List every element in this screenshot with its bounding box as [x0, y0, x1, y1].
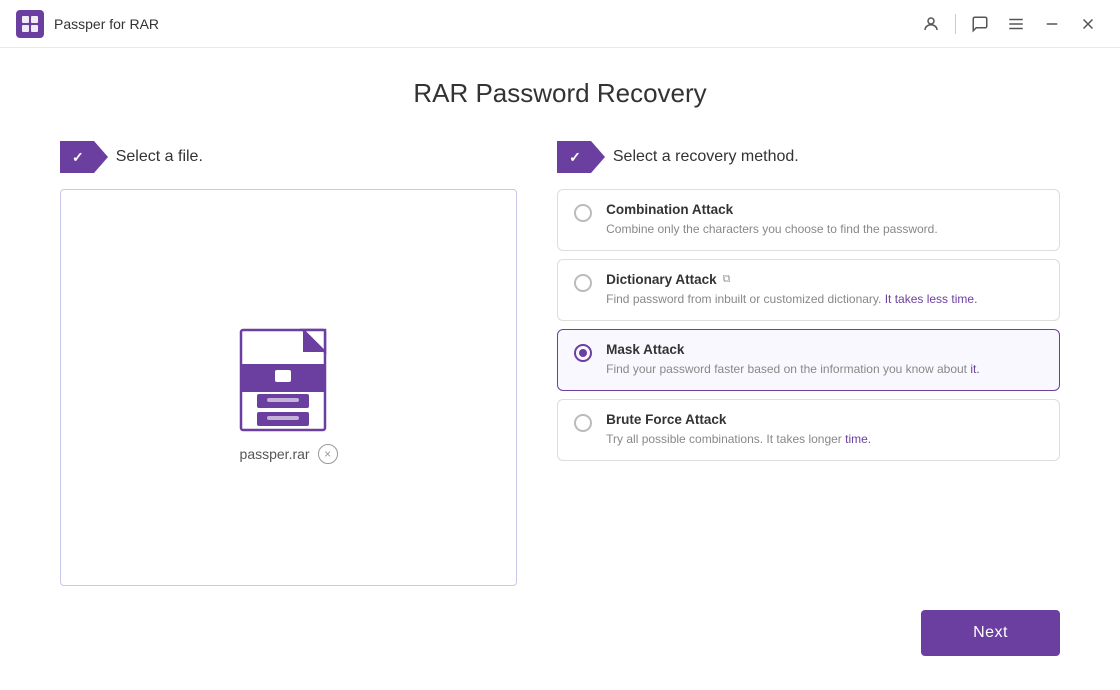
right-section: ✓ Select a recovery method. Combination …	[557, 141, 1060, 586]
combination-attack-desc: Combine only the characters you choose t…	[606, 220, 1043, 238]
mask-radio[interactable]	[574, 344, 592, 362]
minimize-icon[interactable]	[1036, 8, 1068, 40]
mask-attack-option[interactable]: Mask Attack Find your password faster ba…	[557, 329, 1060, 391]
titlebar-separator	[955, 14, 956, 34]
app-title: Passper for RAR	[54, 16, 159, 32]
mask-attack-desc: Find your password faster based on the i…	[606, 360, 1043, 378]
rar-icon-wrapper: passper.rar ×	[239, 312, 339, 464]
close-icon[interactable]	[1072, 8, 1104, 40]
main-content: RAR Password Recovery ✓ Select a file.	[0, 48, 1120, 690]
titlebar-right	[915, 8, 1104, 40]
bruteforce-attack-desc: Try all possible combinations. It takes …	[606, 430, 1043, 448]
combination-attack-info: Combination Attack Combine only the char…	[606, 202, 1043, 238]
dictionary-title-row: Dictionary Attack ⧉	[606, 272, 1043, 287]
file-drop-area[interactable]: passper.rar ×	[60, 189, 517, 586]
combination-attack-name: Combination Attack	[606, 202, 733, 217]
dictionary-attack-option[interactable]: Dictionary Attack ⧉ Find password from i…	[557, 259, 1060, 321]
dictionary-attack-desc: Find password from inbuilt or customized…	[606, 290, 1043, 308]
bruteforce-attack-option[interactable]: Brute Force Attack Try all possible comb…	[557, 399, 1060, 461]
check-mark-method: ✓	[569, 149, 581, 166]
attack-options: Combination Attack Combine only the char…	[557, 189, 1060, 461]
bruteforce-radio[interactable]	[574, 414, 592, 432]
select-method-label: Select a recovery method.	[613, 148, 799, 166]
titlebar-left: Passper for RAR	[16, 10, 159, 38]
rar-file-icon	[239, 312, 339, 432]
menu-icon[interactable]	[1000, 8, 1032, 40]
next-button[interactable]: Next	[921, 610, 1060, 656]
app-logo	[16, 10, 44, 38]
page-title: RAR Password Recovery	[60, 78, 1060, 109]
mask-attack-name: Mask Attack	[606, 342, 684, 357]
dictionary-link-icon: ⧉	[723, 273, 731, 286]
combination-radio[interactable]	[574, 204, 592, 222]
mask-attack-info: Mask Attack Find your password faster ba…	[606, 342, 1043, 378]
user-icon[interactable]	[915, 8, 947, 40]
step-badge-file: ✓	[60, 141, 94, 173]
chat-icon[interactable]	[964, 8, 996, 40]
select-file-label: Select a file.	[116, 148, 203, 166]
combination-title-row: Combination Attack	[606, 202, 1043, 217]
select-method-header: ✓ Select a recovery method.	[557, 141, 1060, 173]
titlebar: Passper for RAR	[0, 0, 1120, 48]
dictionary-attack-name: Dictionary Attack	[606, 272, 717, 287]
combination-attack-option[interactable]: Combination Attack Combine only the char…	[557, 189, 1060, 251]
bottom-row: Next	[60, 610, 1060, 660]
file-remove-button[interactable]: ×	[318, 444, 338, 464]
file-name-row: passper.rar ×	[240, 444, 338, 464]
select-file-header: ✓ Select a file.	[60, 141, 517, 173]
file-name-label: passper.rar	[240, 446, 310, 462]
mask-title-row: Mask Attack	[606, 342, 1043, 357]
bruteforce-title-row: Brute Force Attack	[606, 412, 1043, 427]
sections-row: ✓ Select a file.	[60, 141, 1060, 586]
left-section: ✓ Select a file.	[60, 141, 517, 586]
dictionary-attack-info: Dictionary Attack ⧉ Find password from i…	[606, 272, 1043, 308]
mask-radio-dot	[579, 349, 587, 357]
dictionary-radio[interactable]	[574, 274, 592, 292]
step-badge-method: ✓	[557, 141, 591, 173]
bruteforce-attack-info: Brute Force Attack Try all possible comb…	[606, 412, 1043, 448]
bruteforce-attack-name: Brute Force Attack	[606, 412, 726, 427]
check-mark-file: ✓	[72, 149, 84, 166]
